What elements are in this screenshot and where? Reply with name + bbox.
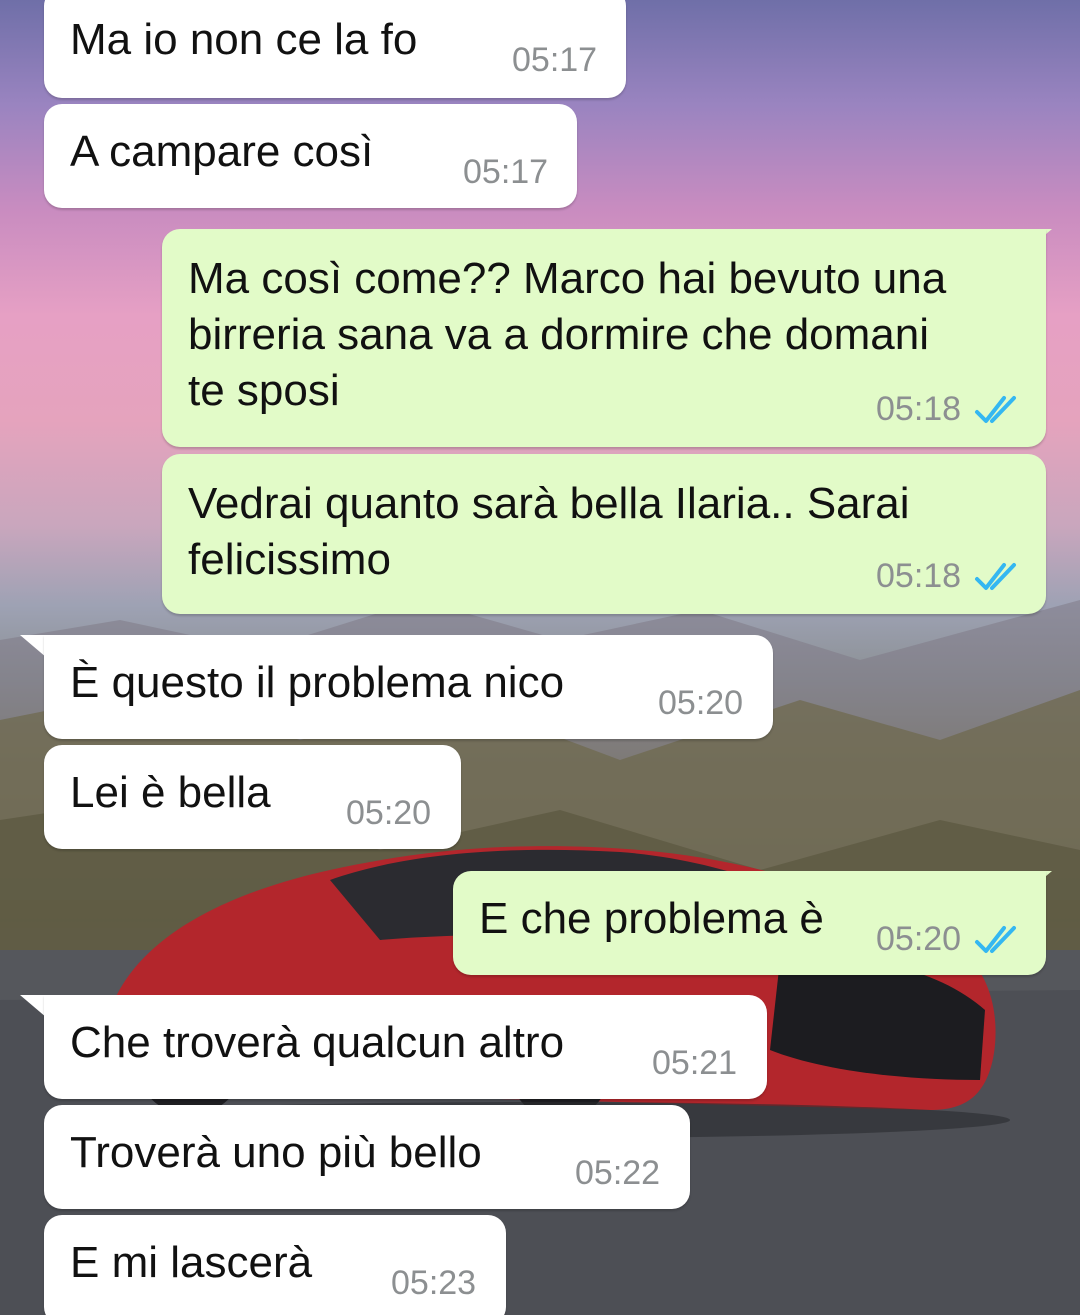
message-timestamp: 05:18 xyxy=(876,390,962,428)
outgoing-message[interactable]: E che problema è 05:20 xyxy=(453,871,1046,975)
double-check-icon xyxy=(975,396,1016,423)
message-text: E che problema è xyxy=(479,894,824,943)
incoming-message[interactable]: E mi lascerà 05:23 xyxy=(44,1215,506,1315)
message-timestamp: 05:21 xyxy=(652,1044,738,1082)
message-text: Troverà uno più bello xyxy=(70,1128,482,1177)
outgoing-message[interactable]: Ma così come?? Marco hai bevuto una birr… xyxy=(162,229,1046,447)
incoming-message[interactable]: Che troverà qualcun altro 05:21 xyxy=(44,995,767,1099)
message-list[interactable]: Ma io non ce la fo 05:17 A campare così … xyxy=(0,0,1080,1315)
message-text: È questo il problema nico xyxy=(70,658,565,707)
message-timestamp: 05:17 xyxy=(463,153,549,191)
message-timestamp: 05:23 xyxy=(391,1264,477,1302)
message-text: A campare così xyxy=(70,127,374,176)
message-text: Che troverà qualcun altro xyxy=(70,1018,565,1067)
incoming-message[interactable]: Lei è bella 05:20 xyxy=(44,745,461,849)
incoming-message[interactable]: Troverà uno più bello 05:22 xyxy=(44,1105,690,1209)
incoming-message[interactable]: Ma io non ce la fo 05:17 xyxy=(44,0,626,98)
incoming-message[interactable]: È questo il problema nico 05:20 xyxy=(44,635,773,739)
message-text: Vedrai quanto sarà bella Ilaria.. Sarai … xyxy=(188,479,910,584)
message-text: Ma così come?? Marco hai bevuto una birr… xyxy=(188,254,947,415)
message-timestamp: 05:17 xyxy=(512,41,598,79)
double-check-icon xyxy=(975,926,1016,953)
incoming-message[interactable]: A campare così 05:17 xyxy=(44,104,577,208)
message-timestamp: 05:18 xyxy=(876,557,962,595)
double-check-icon xyxy=(975,563,1016,590)
message-text: Lei è bella xyxy=(70,768,271,817)
message-timestamp: 05:20 xyxy=(876,920,962,958)
message-text: Ma io non ce la fo xyxy=(70,15,418,64)
outgoing-message[interactable]: Vedrai quanto sarà bella Ilaria.. Sarai … xyxy=(162,454,1046,614)
message-timestamp: 05:20 xyxy=(658,684,744,722)
message-text: E mi lascerà xyxy=(70,1238,313,1287)
message-timestamp: 05:22 xyxy=(575,1154,661,1192)
message-timestamp: 05:20 xyxy=(346,794,432,832)
